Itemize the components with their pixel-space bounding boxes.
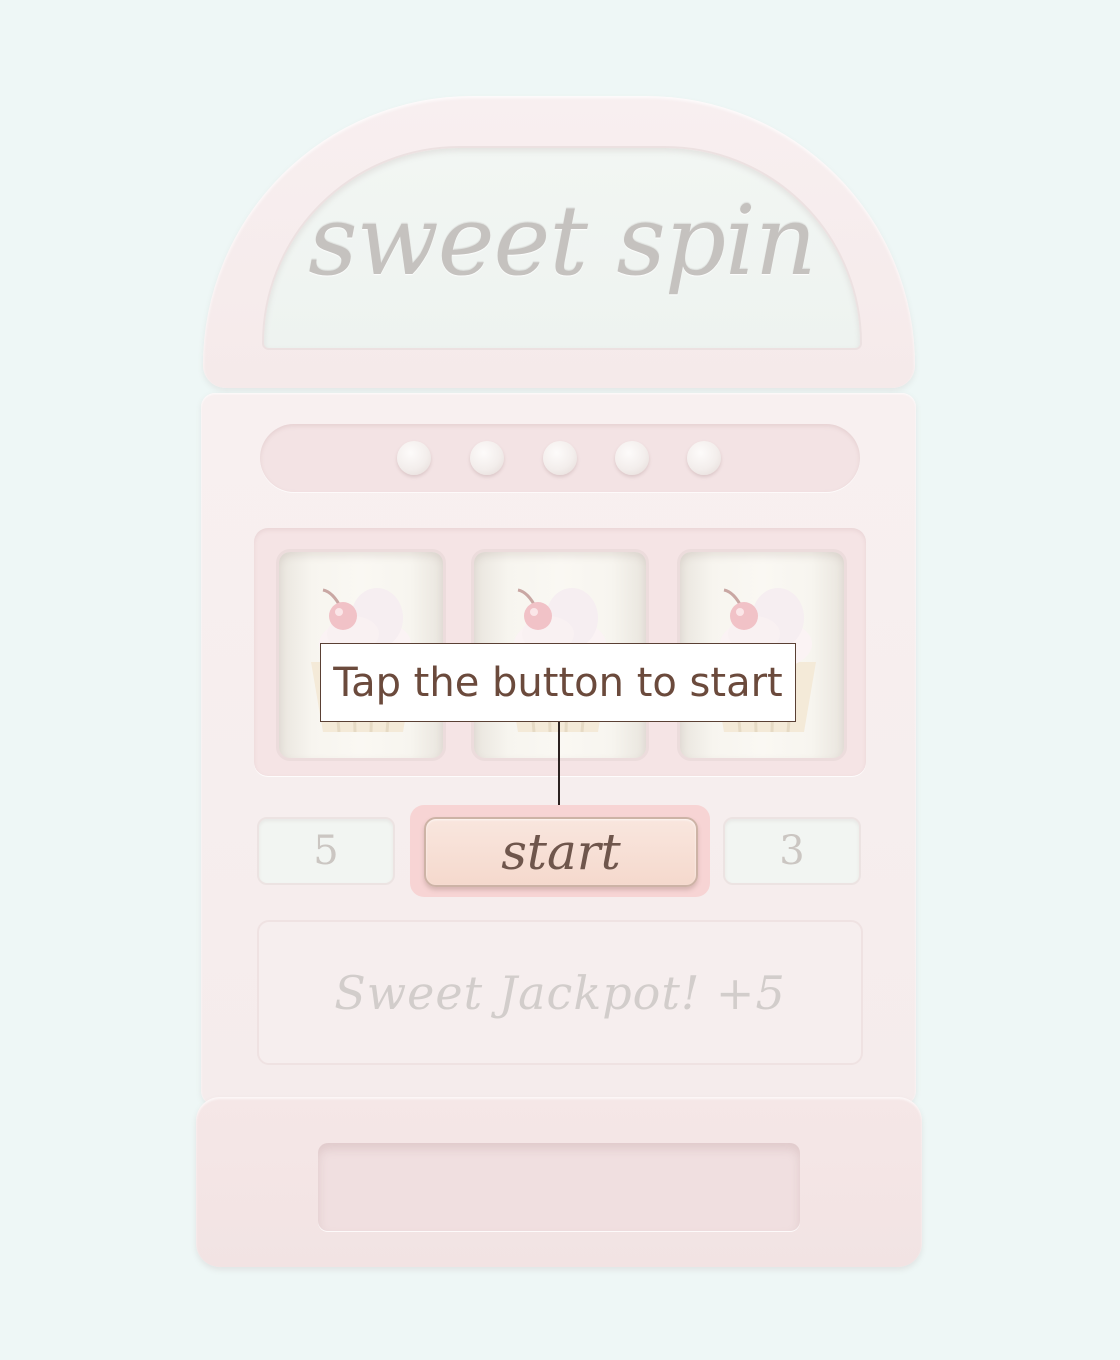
indicator-light (687, 441, 721, 475)
indicator-light (397, 441, 431, 475)
tooltip: Tap the button to start (320, 643, 796, 722)
bet-count: 3 (723, 817, 861, 885)
indicator-light (470, 441, 504, 475)
start-button[interactable]: start (424, 817, 698, 887)
slot-machine: sweet spin Tap the button to start 5 sta… (0, 0, 1120, 1360)
game-title: sweet spin (308, 185, 816, 297)
tooltip-pointer (558, 722, 560, 806)
credits-count: 5 (257, 817, 395, 885)
payout-tray (318, 1143, 800, 1231)
indicator-light (615, 441, 649, 475)
result-message: Sweet Jackpot! +5 (257, 920, 863, 1065)
indicator-light (543, 441, 577, 475)
